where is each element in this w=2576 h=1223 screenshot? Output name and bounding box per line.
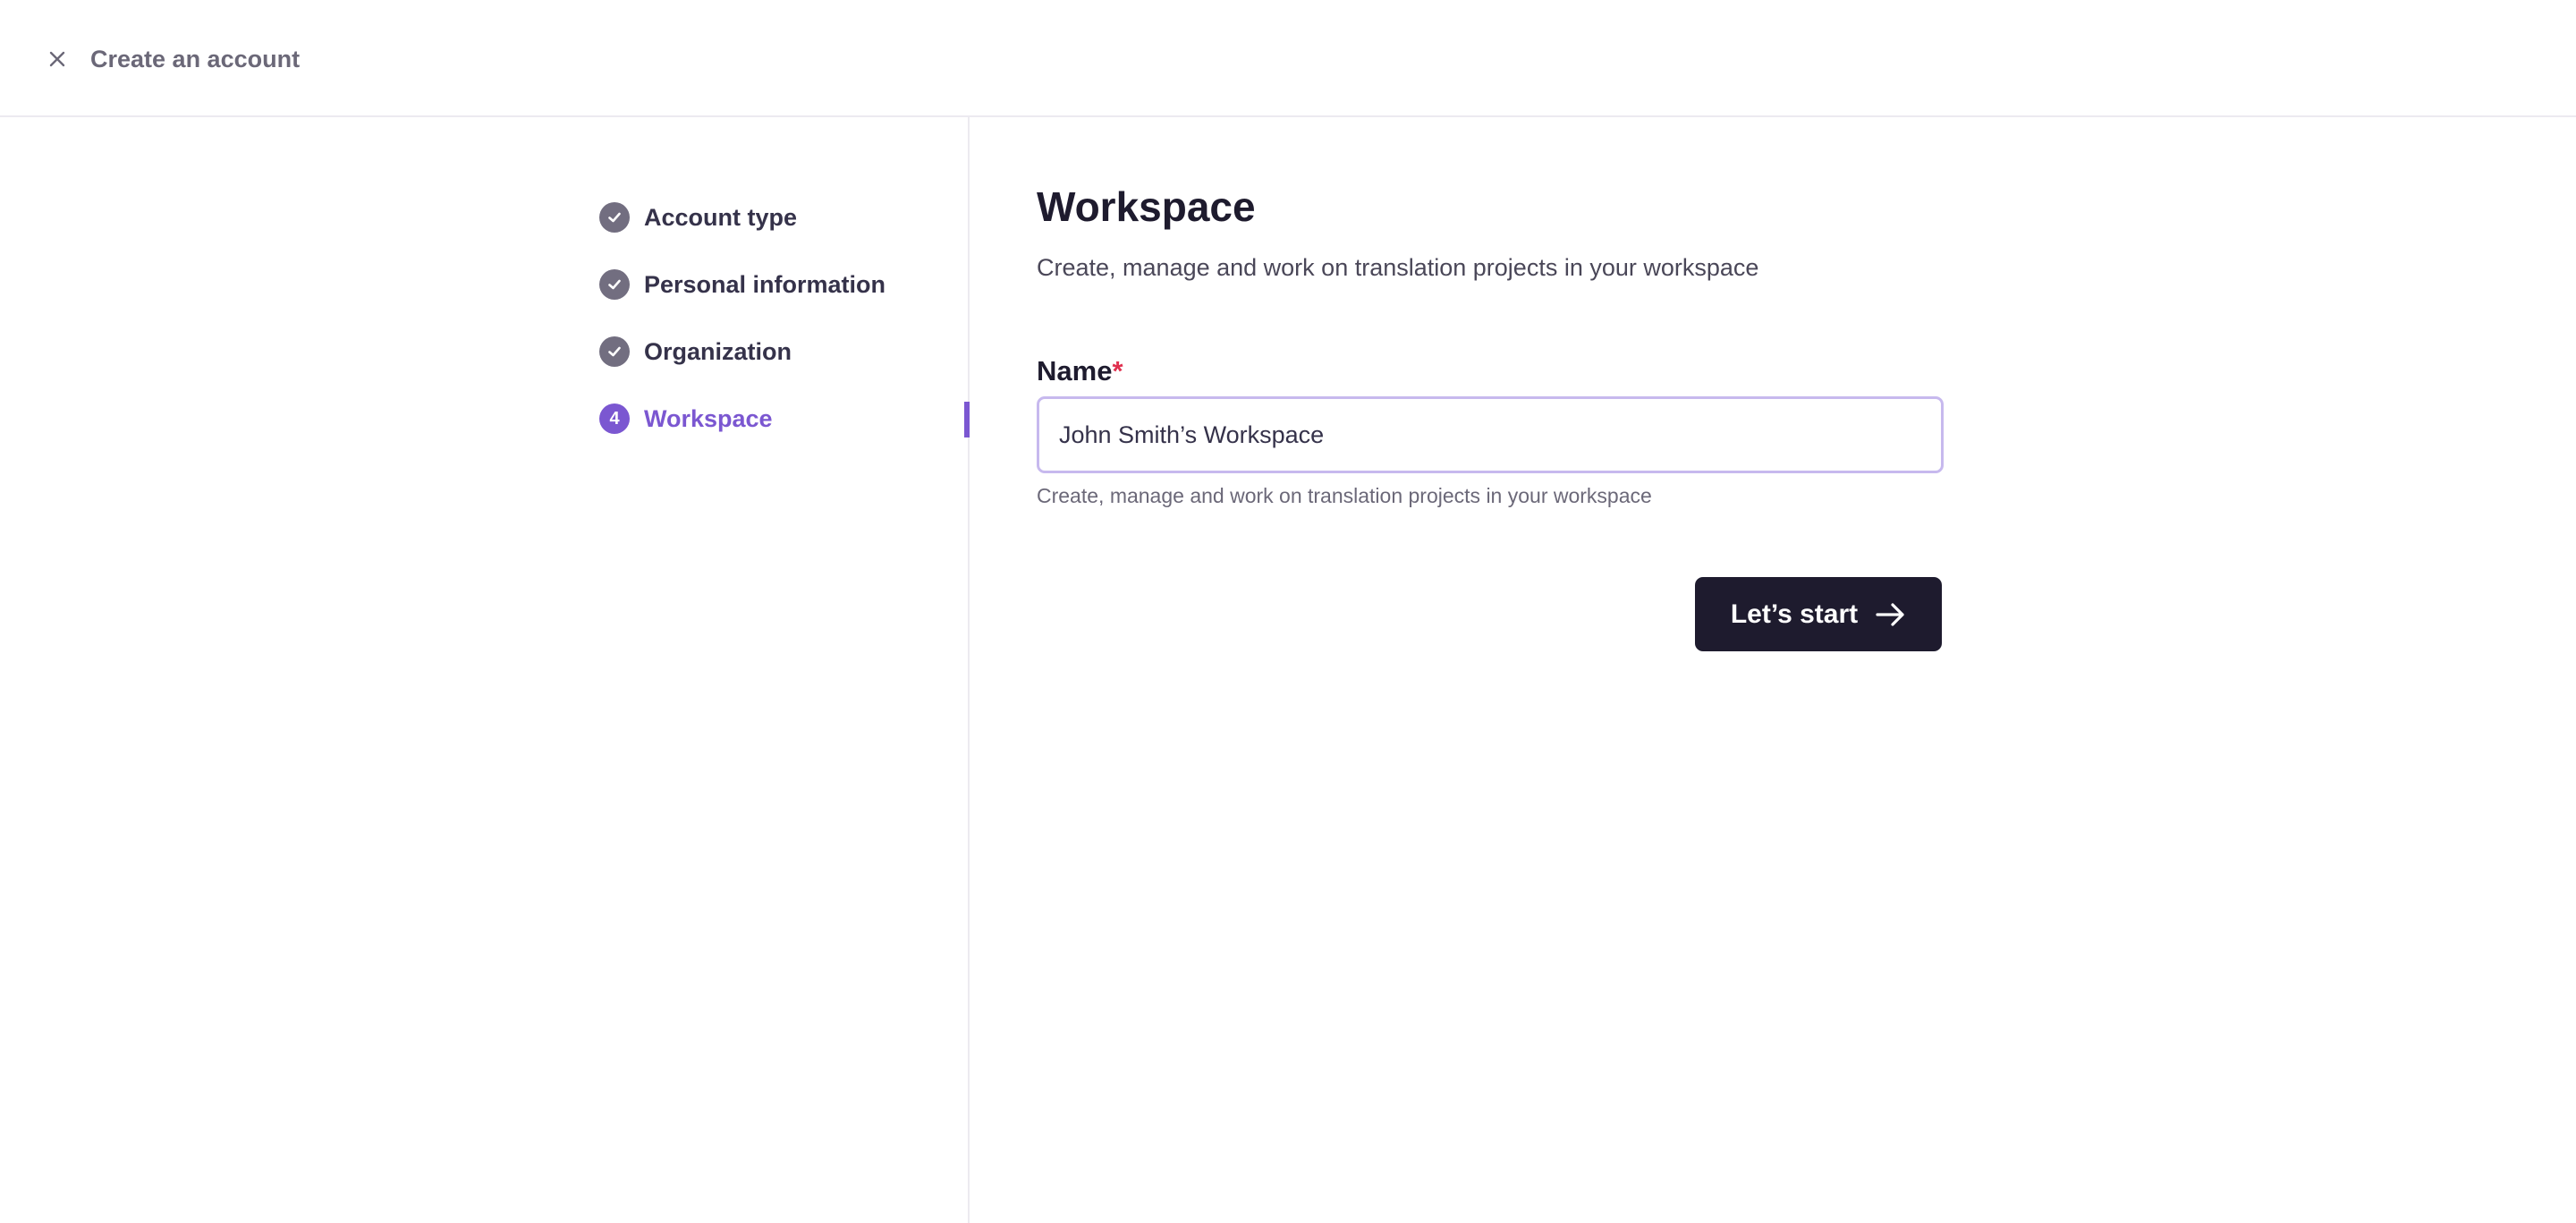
close-icon — [49, 51, 65, 67]
step-complete-indicator — [599, 269, 630, 300]
required-mark: * — [1112, 355, 1123, 386]
check-icon — [608, 212, 621, 223]
header-title: Create an account — [90, 46, 301, 72]
close-button[interactable] — [41, 43, 73, 75]
top-bar: Create an account — [0, 0, 2576, 117]
page-subtitle: Create, manage and work on translation p… — [1037, 254, 1759, 281]
workspace-name-input[interactable] — [1037, 396, 1944, 473]
lets-start-button[interactable]: Let’s start — [1695, 577, 1942, 651]
step-label: Personal information — [644, 270, 886, 298]
arrow-right-icon — [1876, 602, 1906, 627]
step-complete-indicator — [599, 336, 630, 367]
step-label: Account type — [644, 203, 798, 231]
step-label: Organization — [644, 337, 792, 365]
page-title: Workspace — [1037, 183, 1256, 230]
name-field-helper: Create, manage and work on translation p… — [1037, 484, 1652, 507]
step-label: Workspace — [644, 404, 773, 432]
step-personal-information[interactable]: Personal information — [599, 267, 886, 302]
check-icon — [608, 346, 621, 357]
lets-start-label: Let’s start — [1730, 599, 1859, 629]
name-field-label: Name* — [1037, 353, 1123, 389]
step-complete-indicator — [599, 202, 630, 233]
stepper-sidebar: Account type Personal information Organi… — [0, 117, 970, 1223]
step-organization[interactable]: Organization — [599, 334, 792, 369]
step-workspace[interactable]: 4 Workspace — [599, 401, 773, 437]
step-number-badge: 4 — [599, 403, 630, 434]
check-icon — [608, 279, 621, 290]
active-step-indicator — [964, 402, 970, 437]
step-account-type[interactable]: Account type — [599, 200, 797, 235]
name-label-text: Name — [1037, 355, 1113, 386]
